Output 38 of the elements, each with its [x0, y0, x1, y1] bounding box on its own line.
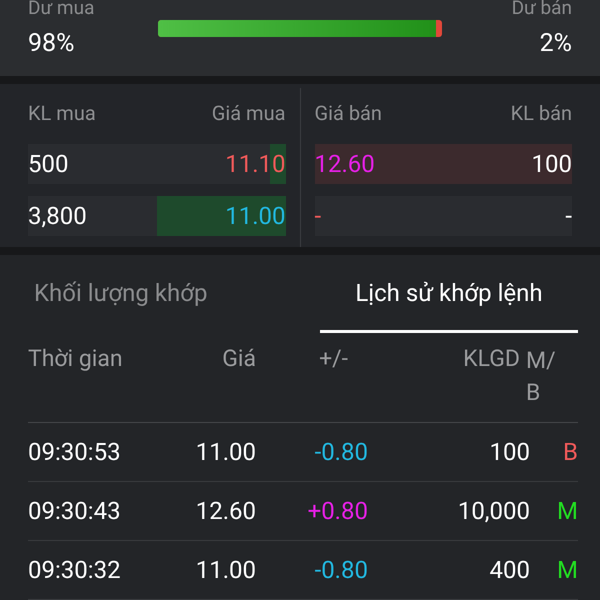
table-cell: - [314, 202, 322, 230]
table-cell: 11.10 [225, 150, 286, 178]
tab[interactable]: Khối lượng khớp [28, 255, 214, 333]
table-cell-text: 11.00 [194, 438, 256, 466]
table-cell-text: 09:30:32 [28, 556, 122, 584]
table-cell-text: 09:30:53 [28, 438, 122, 466]
table-cell: 3,800 [28, 202, 87, 230]
table-cell-text: B [562, 438, 578, 466]
column-header: Thời gian [28, 345, 124, 372]
table-cell: - [565, 202, 572, 230]
column-header: KLGD [462, 345, 520, 372]
buy-surplus-label: Dư mua [28, 0, 96, 20]
buy-surplus-value: 98% [28, 28, 76, 60]
column-header: +/- [318, 345, 348, 372]
column-header: Giá [221, 345, 256, 372]
column-header: Giá mua [212, 101, 286, 126]
column-header: M/B [525, 346, 557, 408]
sell-surplus-value: 2% [540, 28, 572, 60]
table-cell: 500 [28, 150, 68, 178]
table-cell-text: -0.80 [314, 438, 368, 466]
table-cell-text: 10,000 [456, 497, 530, 525]
table-cell: 100 [532, 150, 572, 178]
table-cell-text: +0.80 [306, 497, 368, 525]
column-header: KL bán [510, 101, 572, 126]
table-cell-text: M [556, 556, 578, 584]
tab[interactable]: Lịch sử khớp lệnh [320, 255, 578, 333]
sell-surplus-label: Dư bán [512, 0, 572, 20]
table-cell-text: 11.00 [194, 556, 256, 584]
table-cell-text: 100 [488, 438, 530, 466]
table-cell-text: 09:30:43 [28, 497, 122, 525]
table-cell-text: 400 [488, 556, 530, 584]
table-cell: 11.00 [225, 202, 286, 230]
column-header: KL mua [28, 101, 96, 126]
table-cell-text: M [556, 497, 578, 525]
table-cell-text: 12.60 [194, 497, 256, 525]
table-cell-text: -0.80 [314, 556, 368, 584]
table-cell: 12.60 [314, 150, 375, 178]
column-header: Giá bán [314, 101, 382, 126]
